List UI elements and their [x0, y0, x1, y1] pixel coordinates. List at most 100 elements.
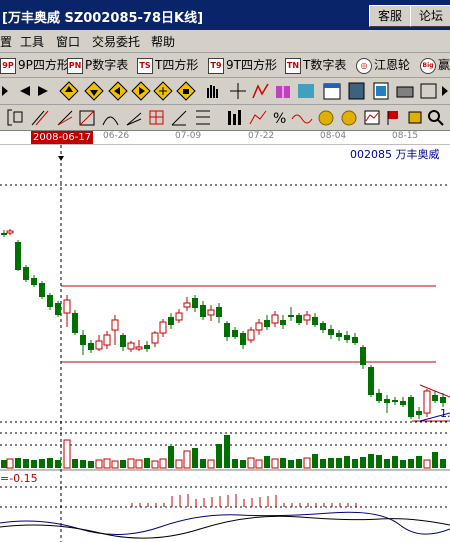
service-button[interactable]: 客服	[369, 5, 411, 27]
volume-bar	[216, 444, 222, 468]
arrow-left-icon	[20, 86, 30, 96]
candle-body	[200, 305, 206, 317]
candle-body	[296, 315, 302, 323]
date-axis: 2008-06-17 06-26 07-09 07-22 08-04 08-15	[0, 131, 450, 145]
volume-bar	[344, 456, 350, 468]
volume-bar	[55, 460, 61, 468]
volume-bar	[312, 454, 318, 468]
volume-bar	[144, 458, 150, 468]
signal-line	[0, 515, 450, 539]
selected-date: 2008-06-17	[31, 131, 94, 144]
candle-body	[288, 315, 294, 317]
candle-body	[111, 319, 119, 331]
volume-bar	[88, 461, 94, 468]
candle-body	[80, 335, 86, 345]
bracket-icon	[7, 109, 23, 126]
title-bar: [万丰奥威 SZ002085-78日K线] 客服 论坛	[0, 0, 450, 30]
volume-bar	[23, 459, 29, 468]
percent-icon: %	[273, 111, 286, 127]
volume-bar	[352, 459, 358, 468]
candle-body	[151, 332, 159, 344]
tool-9p-square[interactable]: 9P 9P四方形	[0, 56, 69, 74]
tool-big[interactable]: Big 赢	[420, 56, 450, 74]
volume-bar	[151, 460, 159, 469]
volume-bar	[280, 458, 286, 468]
candle-body	[183, 302, 191, 308]
angle-lines-icon	[171, 110, 187, 126]
volume-bar	[72, 459, 78, 468]
square-t9-icon: T9	[208, 57, 224, 74]
candle-body	[192, 298, 198, 308]
volume-bar	[15, 458, 21, 468]
candle-body	[255, 322, 263, 331]
candle-body	[207, 309, 215, 316]
tool-label: P数字表	[85, 58, 129, 72]
candle-body	[368, 367, 374, 395]
date-tick: 08-04	[320, 131, 347, 141]
tool-label: 9T四方形	[226, 58, 277, 72]
candle-body	[159, 321, 167, 334]
date-tick: 07-09	[175, 131, 202, 141]
volume-bar	[416, 456, 422, 468]
arrow-right-small-icon	[442, 86, 448, 96]
tool-icon	[408, 111, 422, 124]
volume-bar	[255, 459, 263, 469]
forum-button[interactable]: 论坛	[410, 5, 450, 27]
volume-bar	[423, 459, 431, 469]
volume-bar	[175, 459, 183, 469]
candle-body	[408, 397, 414, 417]
menu-item-window[interactable]: 窗口	[56, 33, 80, 50]
flag-icon	[387, 111, 398, 125]
tool-label: T数字表	[303, 58, 347, 72]
candle-body	[168, 317, 174, 325]
candle-body	[216, 307, 222, 317]
diamond-down-icon	[84, 81, 104, 101]
tool-t-square[interactable]: TS T四方形	[137, 56, 198, 74]
candle-body	[1, 233, 7, 235]
kline-chart[interactable]: 002085 万丰奥威 =-0.15 1.	[0, 145, 450, 542]
candle-body	[39, 283, 45, 297]
tool-label: 赢	[438, 58, 450, 72]
volume-bar	[296, 459, 302, 468]
tool-t-table[interactable]: TN T数字表	[285, 56, 346, 74]
document-icon	[373, 82, 389, 100]
menu-bar: 置 工具 窗口 交易委托 帮助	[0, 30, 450, 53]
gift-icon	[276, 86, 290, 98]
candle-body	[135, 346, 143, 350]
volume-bar	[31, 460, 37, 468]
diamond-cross-icon	[153, 81, 173, 101]
tool-gann-wheel[interactable]: ◎ 江恩轮	[356, 56, 410, 74]
menu-item-trade[interactable]: 交易委托	[92, 33, 140, 50]
volume-bar	[127, 458, 135, 469]
big-icon: Big	[420, 57, 436, 74]
tool-p-table[interactable]: PN P数字表	[67, 56, 128, 74]
candle-body	[15, 242, 21, 270]
candle-body	[320, 323, 326, 330]
candle-body	[144, 345, 150, 349]
columns-icon	[228, 110, 241, 125]
gann-wheel-icon: ◎	[356, 57, 372, 74]
volume-bar	[120, 460, 126, 468]
tool-9t-square[interactable]: T9 9T四方形	[208, 56, 277, 74]
volume-bar	[224, 435, 230, 468]
date-tick: 06-26	[103, 131, 130, 141]
fibonacci-icon	[196, 110, 210, 125]
wave-icon	[291, 114, 313, 124]
date-tick: 07-22	[248, 131, 275, 141]
parallel-lines-icon	[31, 110, 49, 126]
square-9p-icon: 9P	[0, 57, 16, 74]
volume-bar	[408, 459, 414, 468]
candle-body	[336, 333, 342, 337]
candle-body	[440, 397, 446, 403]
coin-stack-icon	[341, 110, 357, 126]
candle-body	[392, 400, 398, 402]
volume-bar	[336, 458, 342, 468]
menu-item-settings[interactable]: 置	[0, 33, 12, 50]
volume-bar	[264, 456, 270, 468]
menu-item-tools[interactable]: 工具	[20, 33, 44, 50]
menu-item-help[interactable]: 帮助	[151, 33, 175, 50]
tool-label: T四方形	[155, 58, 199, 72]
candle-body	[175, 312, 183, 321]
volume-bar	[39, 459, 45, 468]
window-icon	[420, 83, 437, 99]
